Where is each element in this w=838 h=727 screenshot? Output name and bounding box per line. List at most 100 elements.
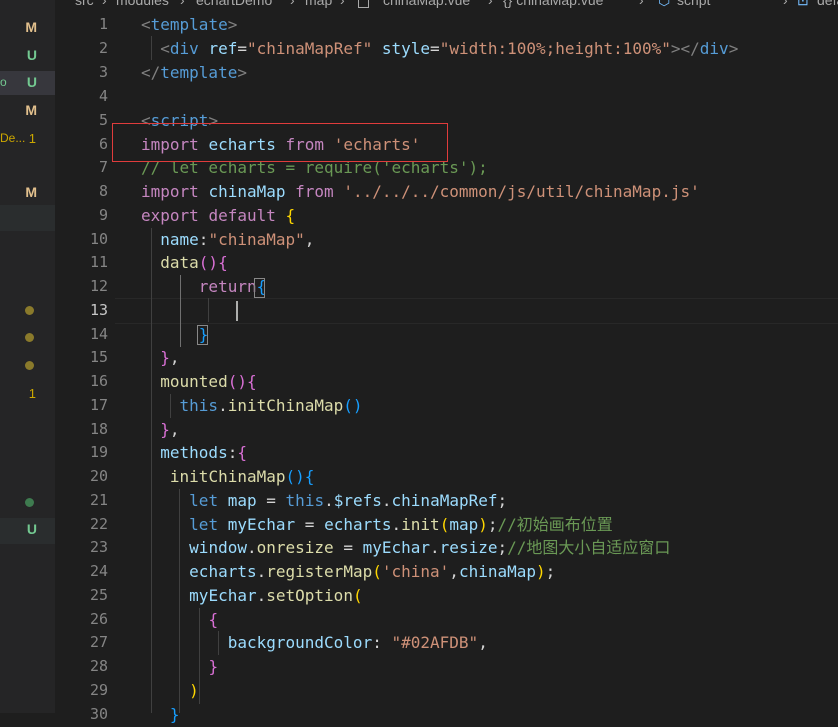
- git-status-badge: U: [26, 74, 37, 90]
- code-line: <template>: [141, 15, 238, 34]
- chevron-right-icon: ›: [488, 0, 493, 8]
- bracket-match-highlight: [197, 325, 208, 345]
- explorer-item[interactable]: 1: [0, 382, 55, 406]
- line-number: 30: [89, 705, 108, 723]
- line-number-active: 13: [89, 301, 108, 319]
- line-number: 11: [89, 253, 108, 271]
- breadcrumb-symbol[interactable]: {} chinaMap.vue: [503, 0, 603, 8]
- code-line: methods:{: [160, 443, 247, 462]
- code-line: data(){: [160, 253, 228, 272]
- explorer-sidebar: M U o U M De... 1 M 1 U: [0, 0, 55, 713]
- line-number: 10: [89, 230, 108, 248]
- code-line: ): [189, 681, 199, 700]
- code-line: </template>: [141, 63, 247, 82]
- breadcrumb-src[interactable]: src: [75, 0, 94, 8]
- modified-dot-icon: [25, 306, 34, 315]
- code-line: <div ref="chinaMapRef" style="width:100%…: [160, 39, 739, 58]
- code-line: name:"chinaMap",: [160, 230, 315, 249]
- explorer-item[interactable]: M: [0, 16, 55, 40]
- breadcrumb-modules[interactable]: modules: [116, 0, 169, 8]
- breadcrumb-sub[interactable]: map: [305, 0, 332, 8]
- code-line: },: [160, 348, 180, 367]
- line-number: 29: [89, 681, 108, 699]
- file-name-fragment: De...: [0, 131, 26, 145]
- explorer-item-selected[interactable]: o U: [0, 71, 55, 95]
- code-line: backgroundColor: "#02AFDB",: [227, 633, 488, 652]
- code-line: },: [160, 420, 180, 439]
- line-number: 15: [89, 348, 108, 366]
- code-line: myEchar.setOption(: [189, 586, 363, 605]
- line-number: 8: [98, 182, 108, 200]
- line-number: 12: [89, 277, 108, 295]
- line-number: 24: [89, 562, 108, 580]
- chevron-right-icon: ›: [102, 0, 107, 8]
- modified-dot-icon: [25, 361, 34, 370]
- breadcrumb-export[interactable]: default: [817, 0, 838, 8]
- line-number: 3: [98, 63, 108, 81]
- explorer-item[interactable]: De... 1: [0, 127, 55, 151]
- code-line: return{: [198, 277, 267, 296]
- line-number: 2: [98, 39, 108, 57]
- chevron-right-icon: ›: [340, 0, 345, 8]
- line-number: 17: [89, 396, 108, 414]
- git-status-badge: U: [26, 47, 37, 63]
- explorer-item[interactable]: U: [0, 518, 55, 544]
- line-number: 6: [98, 135, 108, 153]
- problem-count-badge: 1: [28, 131, 36, 146]
- code-line: window.onresize = myEchar.resize;//地图大小自…: [189, 538, 671, 557]
- line-number: 7: [98, 158, 108, 176]
- git-status-badge: M: [25, 19, 37, 35]
- chevron-right-icon: ›: [290, 0, 295, 8]
- chevron-right-icon: ›: [639, 0, 644, 8]
- explorer-item[interactable]: [0, 354, 55, 378]
- modified-dot-icon: [25, 333, 34, 342]
- line-number: 21: [89, 491, 108, 509]
- modified-dot-icon: [25, 498, 34, 507]
- code-line: echarts.registerMap('china',chinaMap);: [189, 562, 556, 581]
- explorer-item[interactable]: [0, 299, 55, 323]
- cube-icon: ⬡: [658, 0, 671, 8]
- line-number: 28: [89, 657, 108, 675]
- explorer-item[interactable]: [0, 326, 55, 350]
- code-line: let myEchar = echarts.init(map);//初始画布位置: [189, 515, 613, 534]
- line-number: 19: [89, 443, 108, 461]
- breadcrumb: src › modules › echartDemo › map › china…: [55, 0, 838, 14]
- code-line: this.initChinaMap(): [179, 396, 363, 415]
- explorer-item[interactable]: U: [0, 44, 55, 68]
- explorer-item[interactable]: M: [0, 99, 55, 123]
- line-number: 27: [89, 633, 108, 651]
- code-line: export default {: [141, 206, 296, 225]
- file-name-fragment: o: [0, 75, 7, 89]
- explorer-item[interactable]: [0, 491, 55, 515]
- line-number: 16: [89, 372, 108, 390]
- line-number: 9: [98, 206, 108, 224]
- line-number: 14: [89, 325, 108, 343]
- breadcrumb-folder[interactable]: echartDemo: [196, 0, 272, 8]
- sidebar-section-divider: [0, 205, 55, 231]
- line-number: 25: [89, 586, 108, 604]
- line-number: 23: [89, 538, 108, 556]
- code-line: initChinaMap(){: [169, 467, 315, 486]
- chevron-right-icon: ›: [180, 0, 185, 8]
- bracket-icon: ⊡: [797, 0, 809, 8]
- line-number: 4: [98, 87, 108, 105]
- explorer-item[interactable]: M: [0, 181, 55, 205]
- line-number: 1: [98, 15, 108, 33]
- code-line: import chinaMap from '../../../common/js…: [141, 182, 700, 201]
- line-number: 22: [89, 515, 108, 533]
- git-status-badge: U: [26, 521, 37, 537]
- file-icon: [358, 0, 369, 8]
- code-line: }: [208, 657, 219, 676]
- code-line: let map = this.$refs.chinaMapRef;: [189, 491, 508, 510]
- line-number: 20: [89, 467, 108, 485]
- line-number: 26: [89, 610, 108, 628]
- current-line-highlight: [115, 298, 838, 324]
- text-cursor: [236, 301, 238, 321]
- bracket-match-highlight: [254, 278, 265, 298]
- problem-count-badge: 1: [28, 386, 36, 401]
- indent-guide: [208, 298, 209, 322]
- breadcrumb-file[interactable]: chinaMap.vue: [383, 0, 470, 8]
- breadcrumb-section[interactable]: script: [677, 0, 710, 8]
- git-status-badge: M: [25, 102, 37, 118]
- git-status-badge: M: [25, 184, 37, 200]
